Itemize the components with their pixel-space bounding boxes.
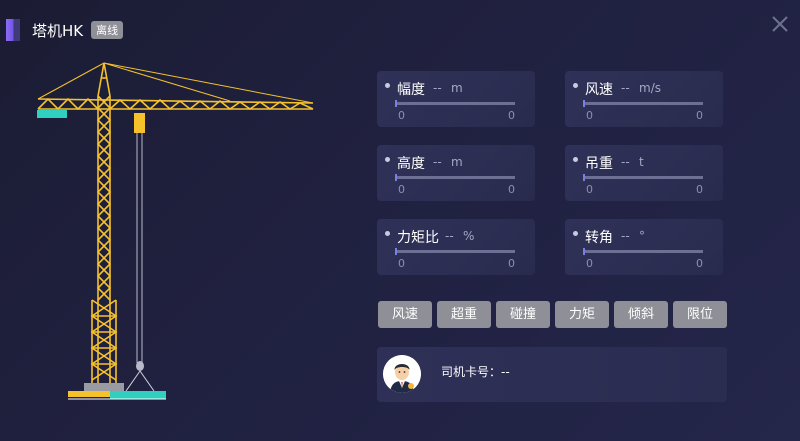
metric-progress-track [583,102,703,105]
metric-unit: m/s [639,81,661,95]
metric-min: 0 [398,257,405,270]
metric-min: 0 [398,109,405,122]
metric-unit: ° [639,229,645,243]
metric-min: 0 [586,183,593,196]
driver-card-value: -- [501,365,510,379]
metric-progress-marker [583,100,585,107]
alarm-button-wind-speed[interactable]: 风速 [378,301,432,328]
metric-unit: % [463,229,475,243]
metric-max: 0 [696,257,703,270]
bullet-icon [385,231,390,236]
metric-progress-track [583,176,703,179]
bullet-icon [385,157,390,162]
metric-value: -- [621,155,630,169]
metric-unit: m [451,155,463,169]
metric-progress-marker [395,174,397,181]
metric-value: -- [433,81,442,95]
metric-value: -- [433,155,442,169]
metric-value: -- [621,229,630,243]
metric-label: 转角 [585,230,613,246]
metric-value: -- [621,81,630,95]
bullet-icon [385,83,390,88]
tower-crane-panel: 塔机HK 离线 幅度 -- m 0 0 风速 -- m/s 0 0 高度 -- … [0,0,800,441]
tower-crane-illustration [37,62,314,400]
metric-max: 0 [696,109,703,122]
title-accent-shadow [14,19,20,41]
metric-progress-marker [583,174,585,181]
metric-unit: m [451,81,463,95]
alarm-button-collision[interactable]: 碰撞 [496,301,550,328]
metric-min: 0 [586,109,593,122]
metric-progress-marker [395,248,397,255]
metric-card-rotation-angle: 转角 -- ° 0 0 [565,219,723,275]
alarm-button-limit[interactable]: 限位 [673,301,727,328]
metric-label: 幅度 [397,82,425,98]
metric-card-moment-ratio: 力矩比 -- % 0 0 [377,219,535,275]
driver-card-number: 司机卡号：-- [441,363,510,380]
metric-progress-marker [583,248,585,255]
metric-card-wind-speed: 风速 -- m/s 0 0 [565,71,723,127]
metric-card-load-weight: 吊重 -- t 0 0 [565,145,723,201]
metric-progress-track [395,176,515,179]
close-icon[interactable] [770,14,790,34]
status-badge: 离线 [91,21,124,39]
metric-card-height: 高度 -- m 0 0 [377,145,535,201]
metric-min: 0 [586,257,593,270]
alarm-button-tilt[interactable]: 倾斜 [614,301,668,328]
metric-card-amplitude: 幅度 -- m 0 0 [377,71,535,127]
metric-max: 0 [696,183,703,196]
metric-max: 0 [508,109,515,122]
metric-progress-track [583,250,703,253]
metric-max: 0 [508,257,515,270]
metric-progress-track [395,250,515,253]
panel-header: 塔机HK 离线 [0,14,124,46]
alarm-button-moment[interactable]: 力矩 [555,301,609,328]
bullet-icon [573,231,578,236]
metric-label: 吊重 [585,156,613,172]
metric-label: 力矩比 [397,230,439,246]
metric-value: -- [445,229,454,243]
metric-min: 0 [398,183,405,196]
driver-avatar-icon [383,355,421,393]
metric-max: 0 [508,183,515,196]
bullet-icon [573,83,578,88]
driver-card: 司机卡号：-- [377,347,727,402]
alarm-button-overweight[interactable]: 超重 [437,301,491,328]
metric-label: 高度 [397,156,425,172]
metric-progress-marker [395,100,397,107]
metric-progress-track [395,102,515,105]
metric-label: 风速 [585,82,613,98]
driver-card-label: 司机卡号： [441,365,502,379]
metric-unit: t [639,155,644,169]
bullet-icon [573,157,578,162]
page-title: 塔机HK [32,21,84,40]
